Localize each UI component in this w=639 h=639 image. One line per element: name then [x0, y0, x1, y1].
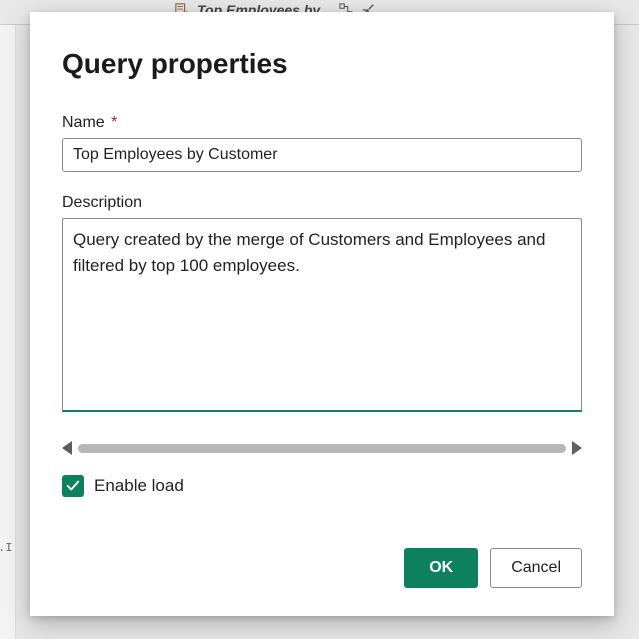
name-label: Name * [62, 114, 582, 132]
description-field-group: Description [62, 194, 582, 417]
name-input[interactable] [62, 138, 582, 172]
scroll-right-icon[interactable] [572, 441, 582, 455]
horizontal-scrollbar[interactable] [62, 441, 582, 455]
scroll-track[interactable] [78, 444, 566, 453]
query-properties-dialog: Query properties Name * Description Enab… [30, 12, 614, 616]
sidebar-fragment: .I [0, 25, 16, 639]
enable-load-label: Enable load [94, 476, 184, 496]
dialog-title: Query properties [62, 48, 582, 80]
sidebar-fragment-text: .I [0, 541, 12, 555]
description-label: Description [62, 194, 582, 212]
description-textarea[interactable] [62, 218, 582, 412]
required-indicator: * [111, 114, 117, 131]
checkbox-box [62, 475, 84, 497]
name-field-group: Name * [62, 114, 582, 172]
ok-button[interactable]: OK [404, 548, 478, 588]
scroll-left-icon[interactable] [62, 441, 72, 455]
cancel-button[interactable]: Cancel [490, 548, 582, 588]
dialog-button-row: OK Cancel [62, 548, 582, 588]
checkmark-icon [66, 479, 80, 493]
enable-load-checkbox[interactable]: Enable load [62, 475, 582, 497]
